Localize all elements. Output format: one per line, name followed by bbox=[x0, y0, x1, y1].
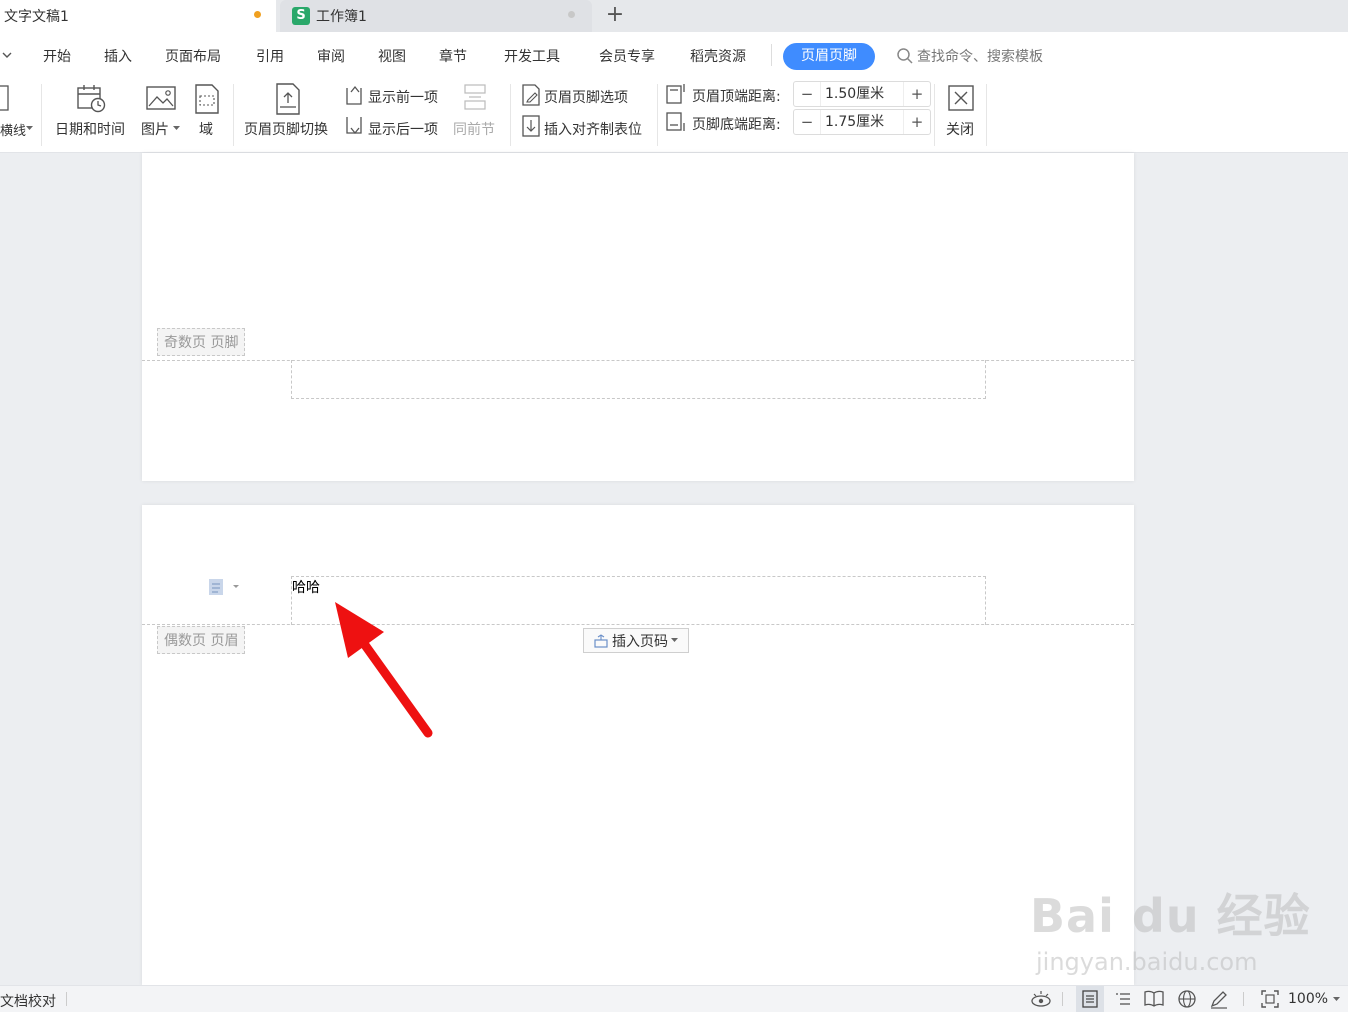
header-boundary-line bbox=[142, 624, 1134, 625]
picture-icon[interactable] bbox=[146, 86, 176, 112]
close-header-footer-button[interactable]: 关闭 bbox=[946, 119, 974, 139]
unsaved-dot-icon bbox=[254, 11, 261, 18]
close-icon[interactable] bbox=[948, 85, 974, 111]
web-layout-icon[interactable] bbox=[1177, 989, 1197, 1009]
header-footer-options-button[interactable]: 页眉页脚选项 bbox=[544, 87, 628, 107]
status-bar: 文档校对 100% bbox=[0, 985, 1348, 1012]
footer-bottom-distance-icon bbox=[666, 112, 685, 131]
header-text[interactable]: 哈哈 bbox=[292, 577, 320, 597]
menu-header-footer[interactable]: 页眉页脚 bbox=[783, 43, 875, 70]
baidu-watermark-url: jingyan.baidu.com bbox=[1036, 948, 1258, 976]
increase-button[interactable]: + bbox=[904, 113, 930, 131]
document-page-odd[interactable] bbox=[142, 153, 1134, 481]
ribbon-separator bbox=[986, 84, 987, 146]
link-to-previous-icon[interactable] bbox=[463, 83, 487, 113]
menu-section[interactable]: 章节 bbox=[439, 46, 467, 66]
even-header-label: 偶数页 页眉 bbox=[157, 626, 246, 654]
search-icon bbox=[897, 48, 913, 64]
footer-bottom-distance-stepper[interactable]: − 1.75厘米 + bbox=[793, 109, 931, 135]
picture-button[interactable]: 图片 bbox=[141, 119, 169, 139]
new-tab-button[interactable]: + bbox=[604, 2, 626, 27]
menu-insert[interactable]: 插入 bbox=[104, 46, 132, 66]
zoom-level[interactable]: 100% bbox=[1288, 991, 1328, 1007]
header-footer-switch-icon[interactable] bbox=[275, 83, 301, 115]
menu-member[interactable]: 会员专享 bbox=[599, 46, 655, 66]
paragraph-options-icon[interactable] bbox=[208, 578, 242, 596]
search-placeholder: 查找命令、搜索模板 bbox=[917, 49, 1043, 65]
header-top-distance-input[interactable]: 1.50厘米 bbox=[820, 82, 904, 106]
header-footer-options-icon[interactable] bbox=[521, 84, 541, 106]
tab-document[interactable]: 文字文稿1 bbox=[0, 0, 276, 32]
outline-view-icon[interactable] bbox=[1114, 990, 1132, 1008]
footer-bottom-distance-input[interactable]: 1.75厘米 bbox=[820, 110, 904, 134]
header-top-distance-stepper[interactable]: − 1.50厘米 + bbox=[793, 81, 931, 107]
show-next-button[interactable]: 显示后一项 bbox=[368, 119, 438, 139]
status-divider bbox=[1243, 992, 1244, 1006]
menu-developer[interactable]: 开发工具 bbox=[504, 46, 560, 66]
menu-bar: 开始 插入 页面布局 引用 审阅 视图 章节 开发工具 会员专享 稻壳资源 页眉… bbox=[0, 32, 1348, 78]
tab-document-label: 文字文稿1 bbox=[4, 9, 69, 25]
chevron-down-icon[interactable] bbox=[2, 52, 12, 60]
reading-mode-icon[interactable] bbox=[1144, 990, 1164, 1008]
dropdown-arrow-icon[interactable] bbox=[26, 126, 33, 131]
show-previous-icon[interactable] bbox=[345, 84, 365, 106]
field-icon[interactable] bbox=[194, 84, 220, 114]
eye-protection-icon[interactable] bbox=[1030, 990, 1052, 1008]
pen-icon[interactable] bbox=[1209, 989, 1229, 1009]
dropdown-arrow-icon[interactable] bbox=[173, 126, 180, 131]
page-number-icon bbox=[594, 633, 608, 648]
zoom-dropdown-arrow-icon[interactable] bbox=[1333, 997, 1341, 1002]
menu-divider bbox=[771, 44, 772, 66]
ribbon-separator bbox=[41, 84, 42, 146]
insert-align-tab-icon[interactable] bbox=[521, 115, 541, 137]
ribbon-separator bbox=[510, 84, 511, 146]
odd-footer-label: 奇数页 页脚 bbox=[157, 328, 246, 356]
link-to-previous-button[interactable]: 同前节 bbox=[453, 119, 495, 139]
menu-references[interactable]: 引用 bbox=[256, 46, 284, 66]
menu-page-layout[interactable]: 页面布局 bbox=[165, 46, 221, 66]
horizontal-line-label[interactable]: 横线 bbox=[0, 120, 26, 139]
ribbon-separator bbox=[233, 84, 234, 146]
status-divider bbox=[1062, 992, 1063, 1006]
header-footer-switch-button[interactable]: 页眉页脚切换 bbox=[244, 119, 328, 139]
dropdown-arrow-icon bbox=[671, 638, 678, 642]
ribbon-toolbar: 横线 日期和时间 图片 域 页眉页脚切换 显示前一项 显示后一项 同前节 页眉页… bbox=[0, 78, 1348, 153]
ribbon-separator bbox=[934, 84, 935, 146]
show-previous-button[interactable]: 显示前一项 bbox=[368, 87, 438, 107]
page-view-icon[interactable] bbox=[1081, 990, 1099, 1008]
proofread-button[interactable]: 文档校对 bbox=[0, 991, 56, 1011]
tab-workbook-label: 工作簿1 bbox=[316, 9, 367, 25]
header-top-distance-label: 页眉顶端距离: bbox=[692, 89, 781, 105]
field-button[interactable]: 域 bbox=[199, 119, 213, 139]
menu-review[interactable]: 审阅 bbox=[317, 46, 345, 66]
footer-content-area[interactable] bbox=[291, 360, 986, 399]
menu-docer[interactable]: 稻壳资源 bbox=[690, 46, 746, 66]
decrease-button[interactable]: − bbox=[794, 85, 820, 103]
fit-page-icon[interactable] bbox=[1260, 989, 1280, 1009]
footer-bottom-distance-label: 页脚底端距离: bbox=[692, 117, 781, 133]
calendar-clock-icon[interactable] bbox=[76, 84, 108, 114]
show-next-icon[interactable] bbox=[345, 115, 365, 137]
tab-workbook[interactable]: S 工作簿1 bbox=[280, 0, 592, 32]
increase-button[interactable]: + bbox=[904, 85, 930, 103]
status-divider bbox=[66, 992, 67, 1006]
tab-bar: 文字文稿1 S 工作簿1 + bbox=[0, 0, 1348, 32]
decrease-button[interactable]: − bbox=[794, 113, 820, 131]
spreadsheet-logo-icon: S bbox=[292, 7, 310, 25]
insert-page-number-button[interactable]: 插入页码 bbox=[583, 628, 689, 653]
baidu-watermark: Bai du 经验 bbox=[1030, 889, 1311, 943]
menu-view[interactable]: 视图 bbox=[378, 46, 406, 66]
menu-home[interactable]: 开始 bbox=[43, 46, 71, 66]
annotation-arrow-icon bbox=[335, 602, 433, 738]
tab-status-dot-icon bbox=[568, 11, 575, 18]
date-time-button[interactable]: 日期和时间 bbox=[55, 119, 125, 139]
insert-align-tab-button[interactable]: 插入对齐制表位 bbox=[544, 119, 642, 139]
search-command[interactable]: 查找命令、搜索模板 bbox=[896, 46, 1043, 66]
header-top-distance-icon bbox=[666, 84, 685, 104]
horizontal-line-icon[interactable] bbox=[0, 84, 10, 112]
ribbon-separator bbox=[657, 84, 658, 146]
insert-page-number-label: 插入页码 bbox=[612, 633, 668, 650]
